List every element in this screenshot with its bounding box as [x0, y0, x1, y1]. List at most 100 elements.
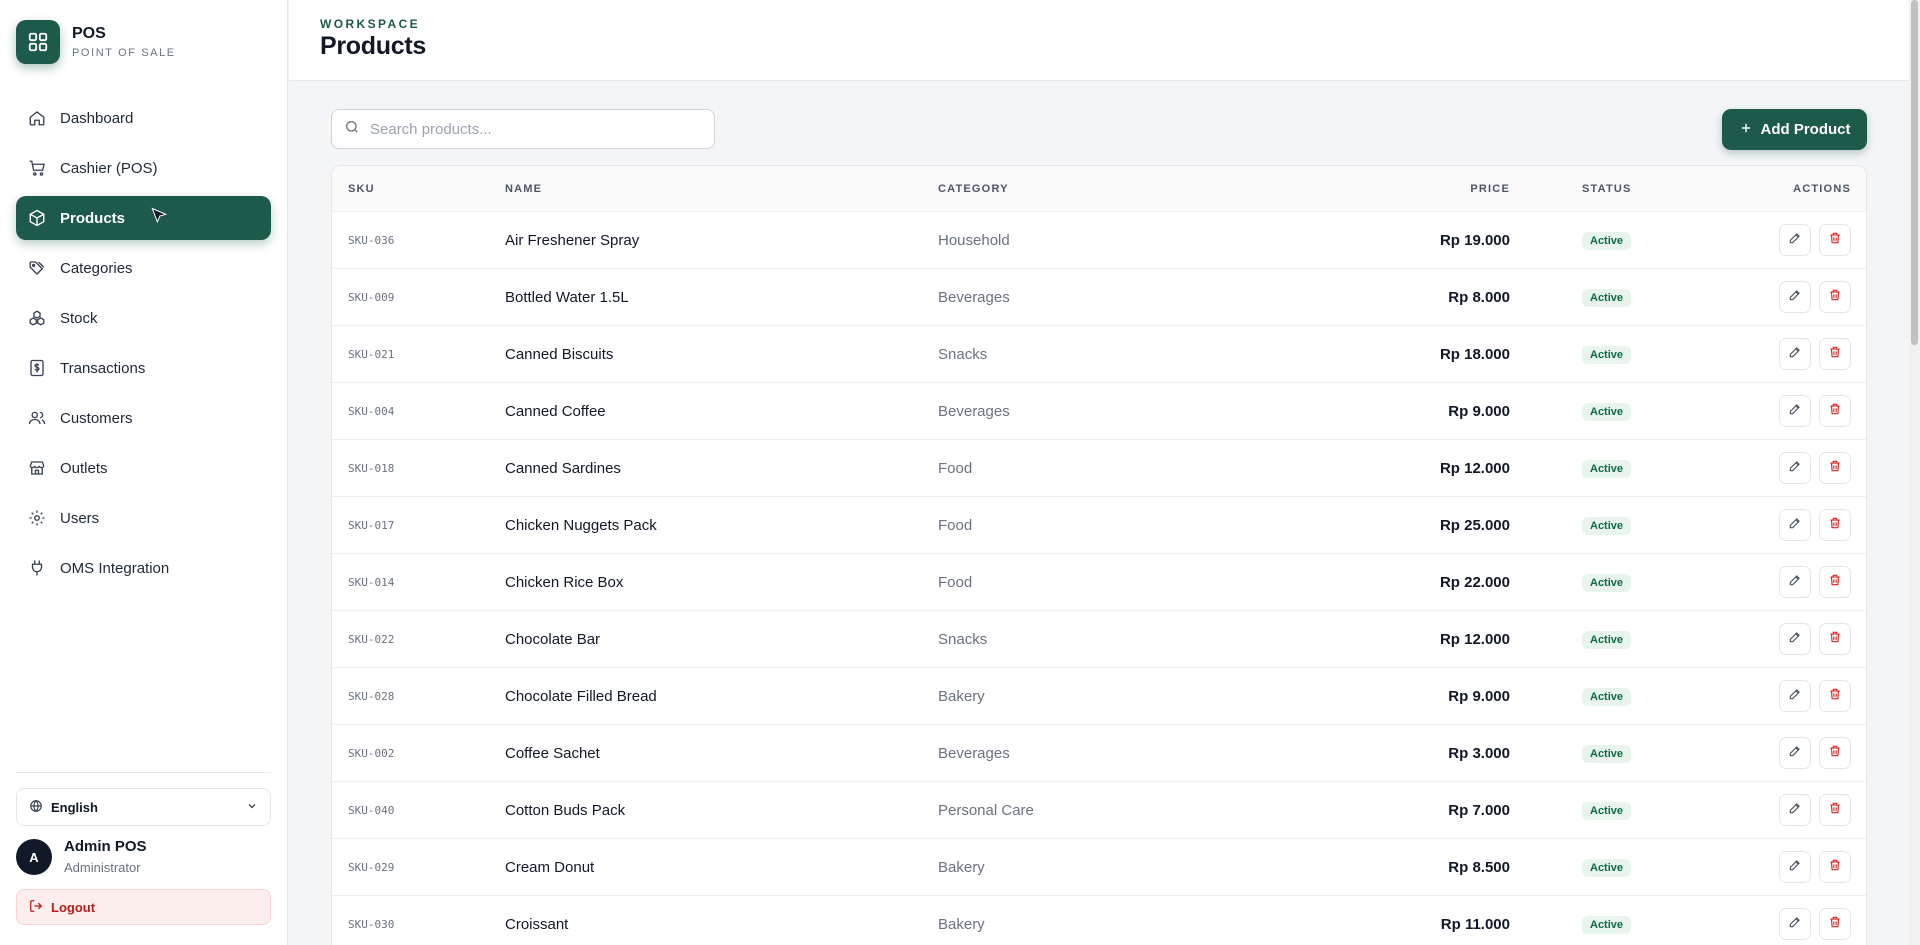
scrollbar-thumb[interactable] [1911, 0, 1918, 345]
chevron-down-icon [246, 800, 258, 815]
avatar: A [16, 839, 52, 875]
table-row[interactable]: SKU-022 Chocolate Bar Snacks Rp 12.000 Activ… [332, 611, 1866, 668]
pencil-icon [1788, 345, 1802, 364]
sidebar-item-stock[interactable]: Stock [16, 296, 271, 340]
edit-button[interactable] [1779, 224, 1811, 256]
trash-icon [1828, 516, 1842, 535]
edit-button[interactable] [1779, 509, 1811, 541]
delete-button[interactable] [1819, 908, 1851, 940]
home-icon [28, 109, 46, 127]
column-price[interactable]: PRICE [1178, 183, 1510, 195]
page-scrollbar[interactable] [1909, 0, 1920, 945]
row-price: Rp 18.000 [1439, 345, 1510, 363]
column-sku[interactable]: SKU [332, 183, 505, 195]
table-row[interactable]: SKU-009 Bottled Water 1.5L Beverages Rp 8.0… [332, 269, 1866, 326]
pencil-icon [1788, 231, 1802, 250]
edit-button[interactable] [1779, 395, 1811, 427]
pencil-icon [1788, 744, 1802, 763]
brand[interactable]: POS POINT OF SALE [16, 20, 176, 64]
delete-button[interactable] [1819, 680, 1851, 712]
row-status: Active [1510, 915, 1726, 934]
status-badge: Active [1582, 573, 1632, 592]
sidebar-item-customers[interactable]: Customers [16, 396, 271, 440]
table-row[interactable]: SKU-021 Canned Biscuits Snacks Rp 18.000 Act… [332, 326, 1866, 383]
delete-button[interactable] [1819, 509, 1851, 541]
table-row[interactable]: SKU-014 Chicken Rice Box Food Rp 22.000 Acti… [332, 554, 1866, 611]
row-actions [1726, 908, 1866, 940]
sidebar-item-categories[interactable]: Categories [16, 246, 271, 290]
table-row[interactable]: SKU-028 Chocolate Filled Bread Bakery Rp 9.… [332, 668, 1866, 725]
search-input[interactable] [370, 120, 700, 138]
pencil-icon [1788, 630, 1802, 649]
logout-button[interactable]: Logout [16, 889, 271, 925]
trash-icon [1828, 744, 1842, 763]
table-row[interactable]: SKU-017 Chicken Nuggets Pack Food Rp 25.000… [332, 497, 1866, 554]
sidebar-item-products[interactable]: Products [16, 196, 271, 240]
sidebar-item-oms-integration[interactable]: OMS Integration [16, 546, 271, 590]
row-sku: SKU-040 [348, 803, 395, 817]
user-role: Administrator [64, 860, 141, 875]
table-row[interactable]: SKU-004 Canned Coffee Beverages Rp 9.000 Act… [332, 383, 1866, 440]
edit-button[interactable] [1779, 794, 1811, 826]
brand-title: POS [72, 25, 106, 42]
user-profile: A Admin POS Administrator [16, 838, 147, 876]
sidebar-item-dashboard[interactable]: Dashboard [16, 96, 271, 140]
row-price: Rp 22.000 [1439, 573, 1510, 591]
column-category[interactable]: CATEGORY [938, 183, 1178, 195]
language-select[interactable]: English [16, 788, 271, 826]
row-category: Beverages [938, 744, 1010, 762]
delete-button[interactable] [1819, 566, 1851, 598]
pencil-icon [1788, 687, 1802, 706]
row-sku: SKU-002 [348, 746, 395, 760]
delete-button[interactable] [1819, 794, 1851, 826]
edit-button[interactable] [1779, 281, 1811, 313]
edit-button[interactable] [1779, 623, 1811, 655]
edit-button[interactable] [1779, 338, 1811, 370]
row-status: Active [1510, 630, 1726, 649]
trash-icon [1828, 345, 1842, 364]
delete-button[interactable] [1819, 224, 1851, 256]
logout-icon [29, 899, 43, 916]
row-price: Rp 12.000 [1439, 459, 1510, 477]
sidebar-item-cashier[interactable]: Cashier (POS) [16, 146, 271, 190]
row-name: Canned Coffee [505, 402, 606, 420]
table-row[interactable]: SKU-029 Cream Donut Bakery Rp 8.500 Active [332, 839, 1866, 896]
row-status: Active [1510, 744, 1726, 763]
page-header: WORKSPACE Products [289, 0, 1909, 81]
table-row[interactable]: SKU-030 Croissant Bakery Rp 11.000 Active [332, 896, 1866, 945]
table-row[interactable]: SKU-036 Air Freshener Spray Household Rp 19… [332, 212, 1866, 269]
add-product-button[interactable]: Add Product [1722, 109, 1867, 150]
column-status[interactable]: STATUS [1510, 183, 1726, 195]
status-badge: Active [1582, 744, 1632, 763]
search-box[interactable] [331, 109, 715, 149]
delete-button[interactable] [1819, 395, 1851, 427]
row-price: Rp 8.500 [1448, 858, 1510, 876]
edit-button[interactable] [1779, 851, 1811, 883]
delete-button[interactable] [1819, 851, 1851, 883]
delete-button[interactable] [1819, 737, 1851, 769]
edit-button[interactable] [1779, 908, 1811, 940]
add-product-label: Add Product [1760, 121, 1851, 138]
package-icon [28, 209, 46, 227]
delete-button[interactable] [1819, 623, 1851, 655]
row-category: Personal Care [938, 801, 1034, 819]
delete-button[interactable] [1819, 338, 1851, 370]
delete-button[interactable] [1819, 281, 1851, 313]
receipt-icon [28, 359, 46, 377]
edit-button[interactable] [1779, 452, 1811, 484]
plug-icon [28, 559, 46, 577]
edit-button[interactable] [1779, 566, 1811, 598]
table-row[interactable]: SKU-002 Coffee Sachet Beverages Rp 3.000 Act… [332, 725, 1866, 782]
delete-button[interactable] [1819, 452, 1851, 484]
column-name[interactable]: NAME [505, 183, 938, 195]
sidebar-item-label: Customers [60, 409, 133, 427]
table-row[interactable]: SKU-040 Cotton Buds Pack Personal Care Rp 7… [332, 782, 1866, 839]
edit-button[interactable] [1779, 680, 1811, 712]
edit-button[interactable] [1779, 737, 1811, 769]
table-row[interactable]: SKU-018 Canned Sardines Food Rp 12.000 Activ… [332, 440, 1866, 497]
sidebar-item-outlets[interactable]: Outlets [16, 446, 271, 490]
sidebar-item-transactions[interactable]: Transactions [16, 346, 271, 390]
sidebar-item-users[interactable]: Users [16, 496, 271, 540]
row-sku: SKU-022 [348, 632, 395, 646]
row-category: Bakery [938, 858, 985, 876]
